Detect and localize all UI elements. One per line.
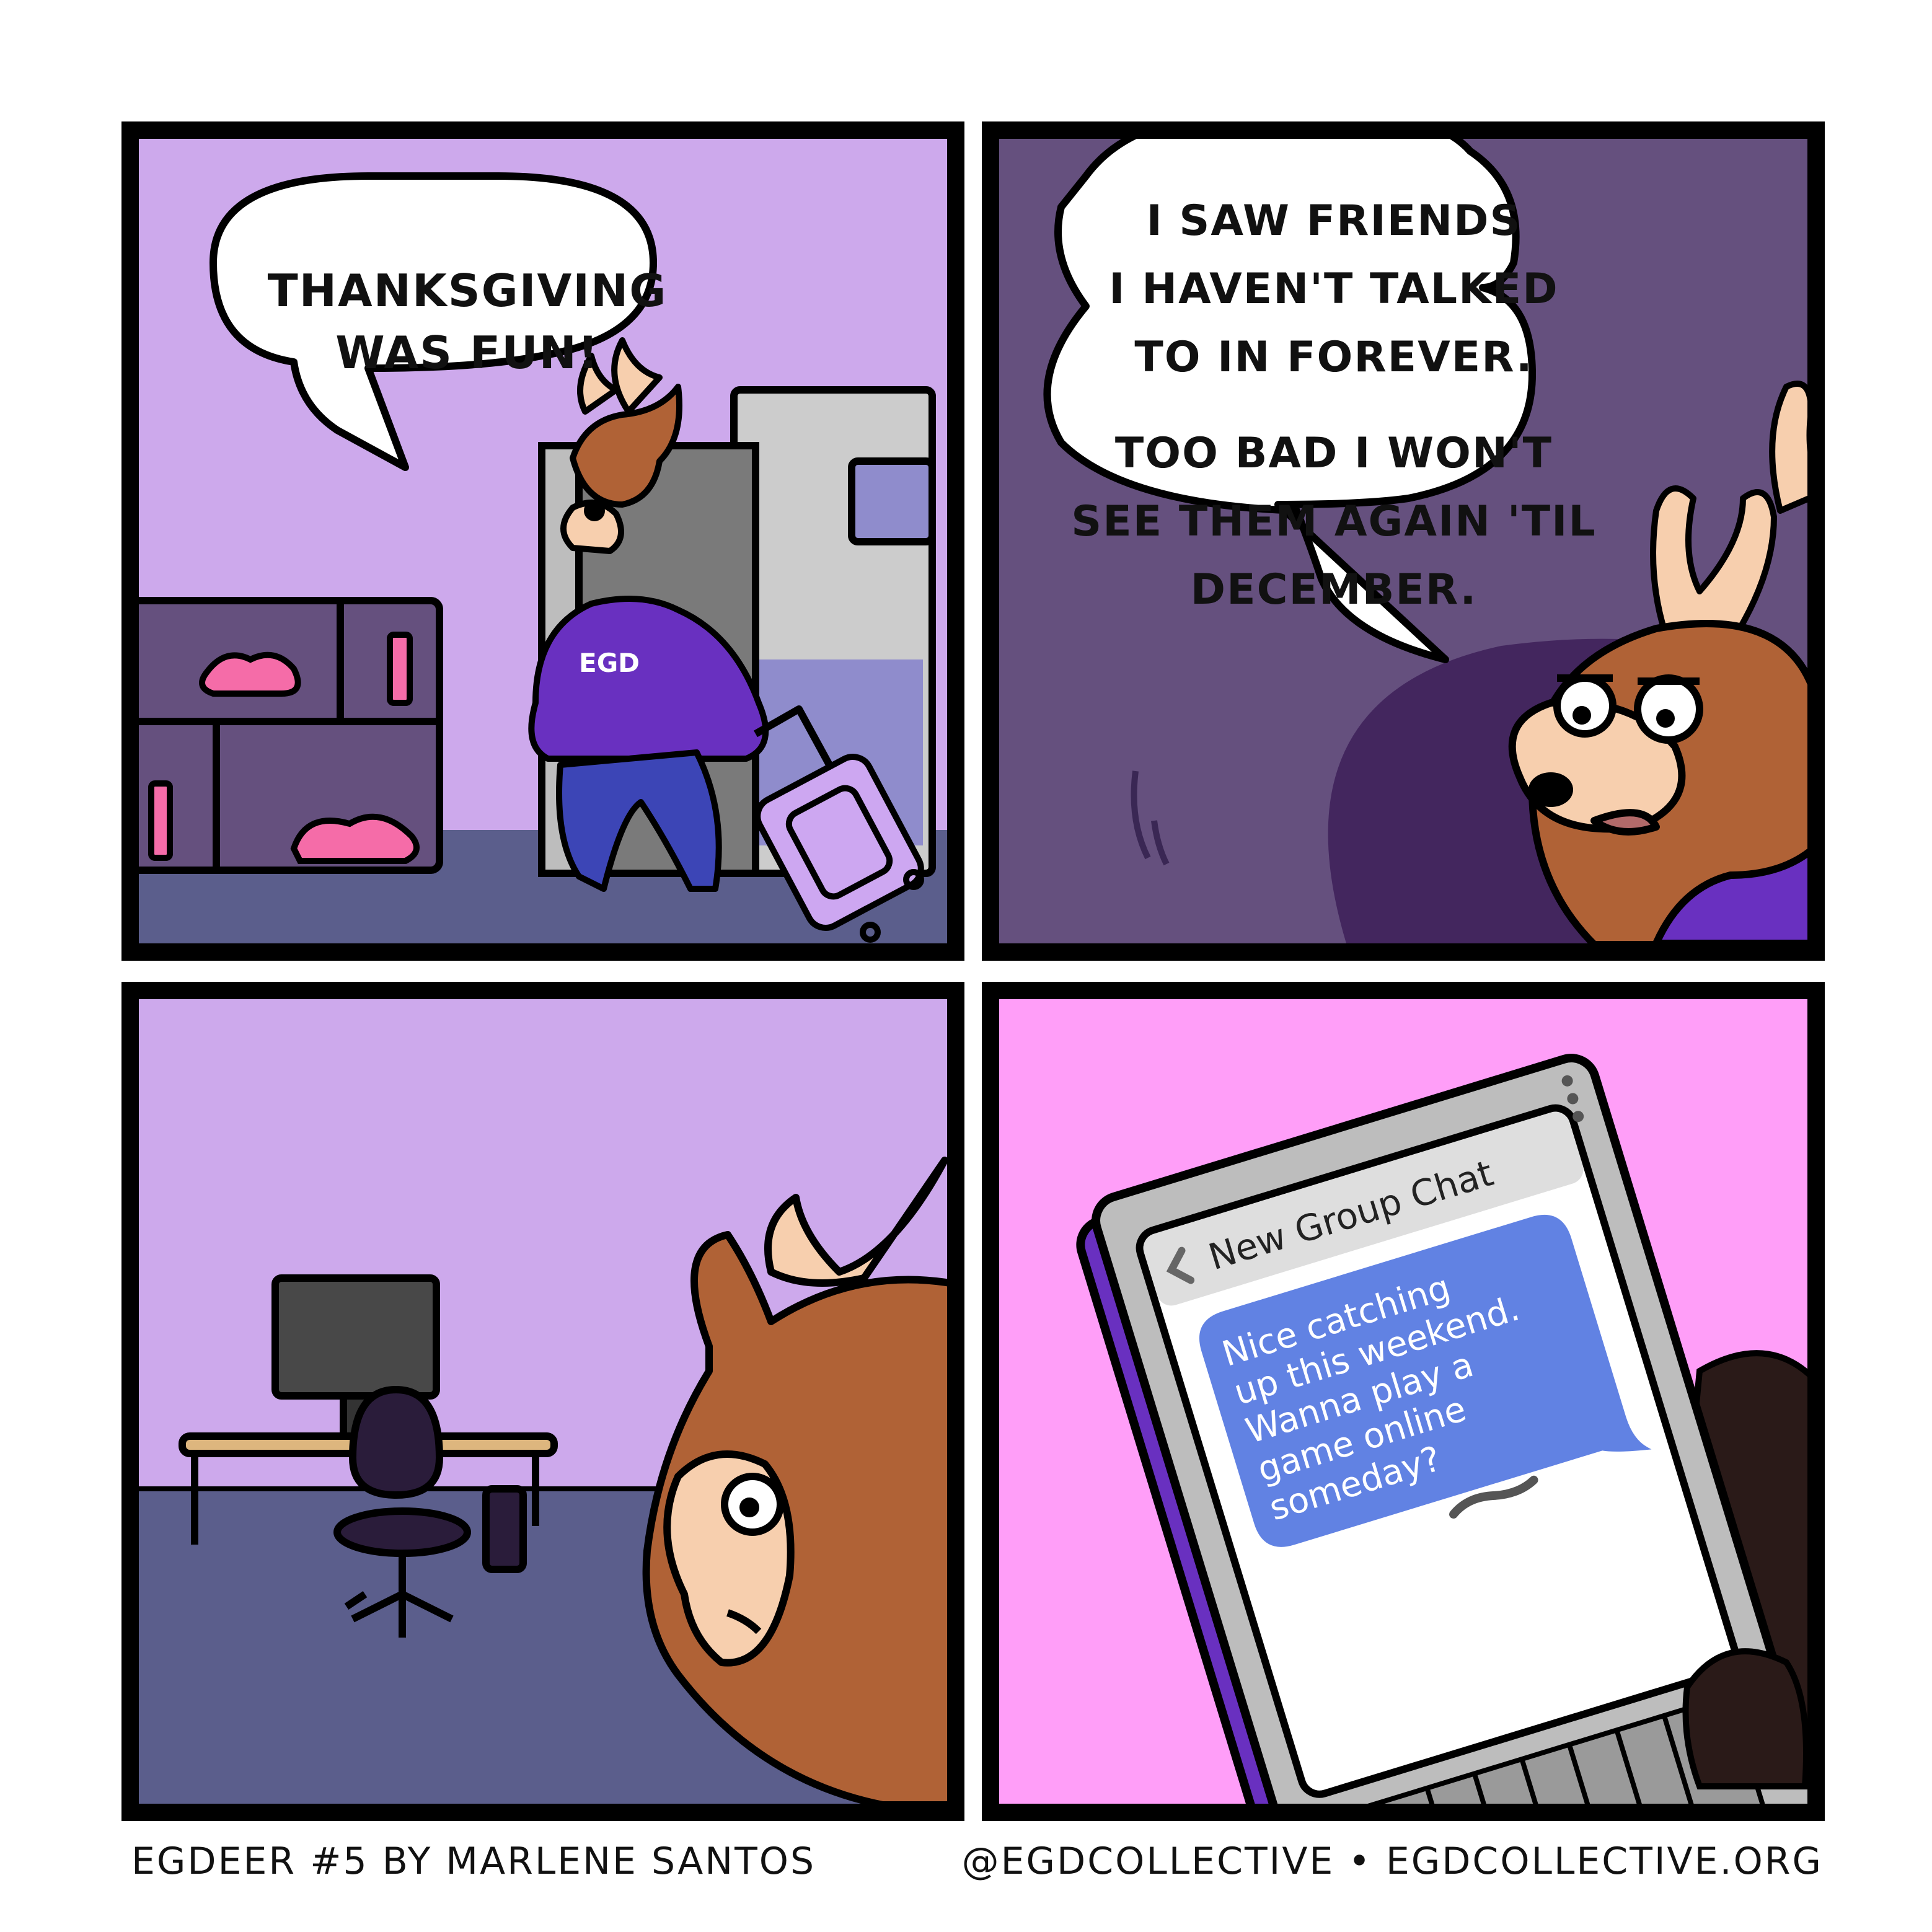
speech-2a-line-2: I HAVEN'T TALKED	[1109, 265, 1558, 314]
panel-3	[121, 982, 964, 1821]
speech-2a-line-1: I SAW FRIENDS	[1146, 196, 1521, 245]
panel-1: EGD THANKSGIVING WAS FUN!	[121, 121, 964, 961]
speech-2b-line-1: TOO BAD I WON'T	[1115, 429, 1553, 478]
speech-1-line-1: THANKSGIVING	[268, 265, 668, 317]
panel-2-scene: I SAW FRIENDS I HAVEN'T TALKED TO IN FOR…	[999, 139, 1807, 943]
panel-3-scene	[139, 999, 947, 1804]
panel-2: I SAW FRIENDS I HAVEN'T TALKED TO IN FOR…	[982, 121, 1825, 961]
speech-2a-line-3: TO IN FOREVER.	[1134, 333, 1533, 382]
hoodie-logo: EGD	[579, 648, 640, 678]
speech-2b-line-2: SEE THEM AGAIN 'TIL	[1071, 497, 1596, 546]
footer-credit: EGDEER #5 BY MARLENE SANTOS	[131, 1840, 816, 1883]
panel-4: New Group Chat Nice catching up this wee…	[982, 982, 1825, 1821]
footer-links: @EGDCOLLECTIVE • EGDCOLLECTIVE.ORG	[961, 1840, 1823, 1883]
panel-1-scene: EGD THANKSGIVING WAS FUN!	[139, 139, 947, 943]
panel-4-scene: New Group Chat Nice catching up this wee…	[999, 999, 1807, 1804]
speech-1-line-2: WAS FUN!	[335, 327, 599, 379]
speech-2b-line-3: DECEMBER.	[1191, 565, 1478, 614]
